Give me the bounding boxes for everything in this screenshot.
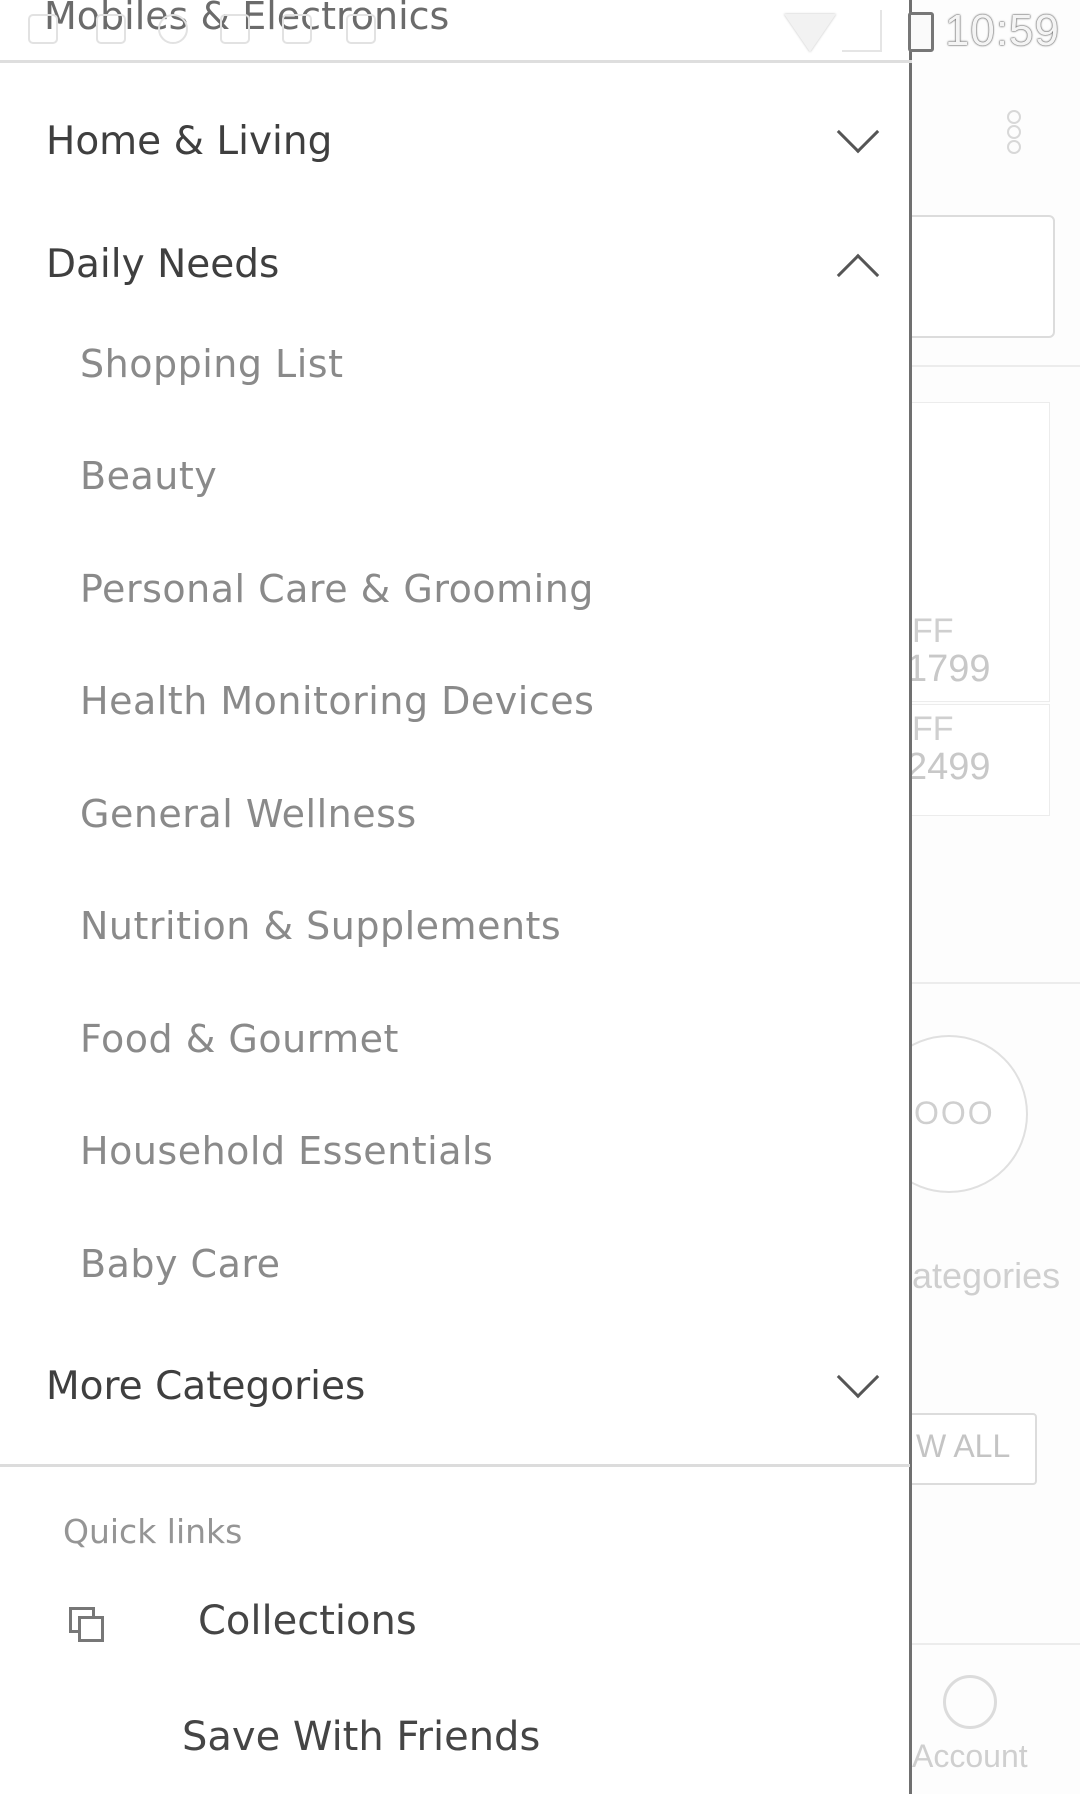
drawer-divider [0, 60, 912, 63]
subcategory-label: Health Monitoring Devices [80, 679, 595, 723]
background-account-label: Account [912, 1738, 1028, 1774]
chevron-down-icon[interactable] [836, 110, 880, 154]
background-divider [900, 1643, 1080, 1645]
subcategory-personal-care-grooming[interactable]: Personal Care & Grooming [0, 543, 910, 643]
subcategory-household-essentials[interactable]: Household Essentials [0, 1105, 910, 1205]
background-price-off-2: FF [912, 710, 954, 748]
category-more-categories[interactable]: More Categories [0, 1340, 910, 1440]
screen: FF 1799 FF 2499 OOO ategories W ALL Acco… [0, 0, 1080, 1794]
background-search-box[interactable] [900, 215, 1055, 338]
drawer-divider [0, 1464, 910, 1467]
subcategory-label: Baby Care [80, 1242, 281, 1286]
background-divider [900, 365, 1080, 367]
category-label: Daily Needs [46, 242, 280, 287]
quick-link-save-with-friends[interactable]: Save With Friends [0, 1690, 910, 1794]
category-label: Home & Living [46, 119, 333, 164]
background-categories-label: ategories [912, 1255, 1061, 1296]
navigation-drawer: Mobiles & Electronics Home & Living Dail… [0, 0, 912, 1794]
background-divider [900, 982, 1080, 984]
background-price-1: 1799 [906, 648, 991, 690]
subcategory-food-gourmet[interactable]: Food & Gourmet [0, 993, 910, 1093]
category-mobiles-electronics[interactable]: Mobiles & Electronics [44, 0, 449, 38]
background-price-2: 2499 [906, 746, 991, 788]
background-dots-label: OOO [914, 1095, 995, 1131]
subcategory-baby-care[interactable]: Baby Care [0, 1218, 910, 1318]
quick-link-label: Save With Friends [182, 1714, 541, 1760]
quick-link-label: Collections [198, 1598, 417, 1644]
category-daily-needs[interactable]: Daily Needs [0, 218, 910, 318]
category-label: More Categories [46, 1364, 366, 1409]
quick-link-collections[interactable]: Collections [0, 1572, 910, 1682]
subcategory-beauty[interactable]: Beauty [0, 430, 910, 530]
subcategory-nutrition-supplements[interactable]: Nutrition & Supplements [0, 880, 910, 980]
quick-links-heading: Quick links [63, 1512, 243, 1551]
subcategory-label: Food & Gourmet [80, 1017, 399, 1061]
subcategory-label: Household Essentials [80, 1129, 494, 1173]
subcategory-label: General Wellness [80, 792, 417, 836]
subcategory-general-wellness[interactable]: General Wellness [0, 768, 910, 868]
collections-icon [69, 1607, 107, 1645]
chevron-up-icon[interactable] [836, 253, 880, 297]
category-home-living[interactable]: Home & Living [0, 95, 910, 195]
chevron-down-icon[interactable] [836, 1355, 880, 1399]
overflow-menu-icon[interactable] [1003, 110, 1025, 160]
subcategory-label: Nutrition & Supplements [80, 904, 562, 948]
account-icon[interactable] [943, 1675, 997, 1729]
background-price-off-1: FF [912, 612, 954, 650]
subcategory-health-monitoring-devices[interactable]: Health Monitoring Devices [0, 655, 910, 755]
background-view-all-label: W ALL [916, 1428, 1011, 1464]
subcategory-label: Shopping List [80, 342, 344, 386]
subcategory-label: Beauty [80, 454, 218, 498]
subcategory-shopping-list[interactable]: Shopping List [0, 318, 910, 418]
subcategory-label: Personal Care & Grooming [80, 567, 594, 611]
